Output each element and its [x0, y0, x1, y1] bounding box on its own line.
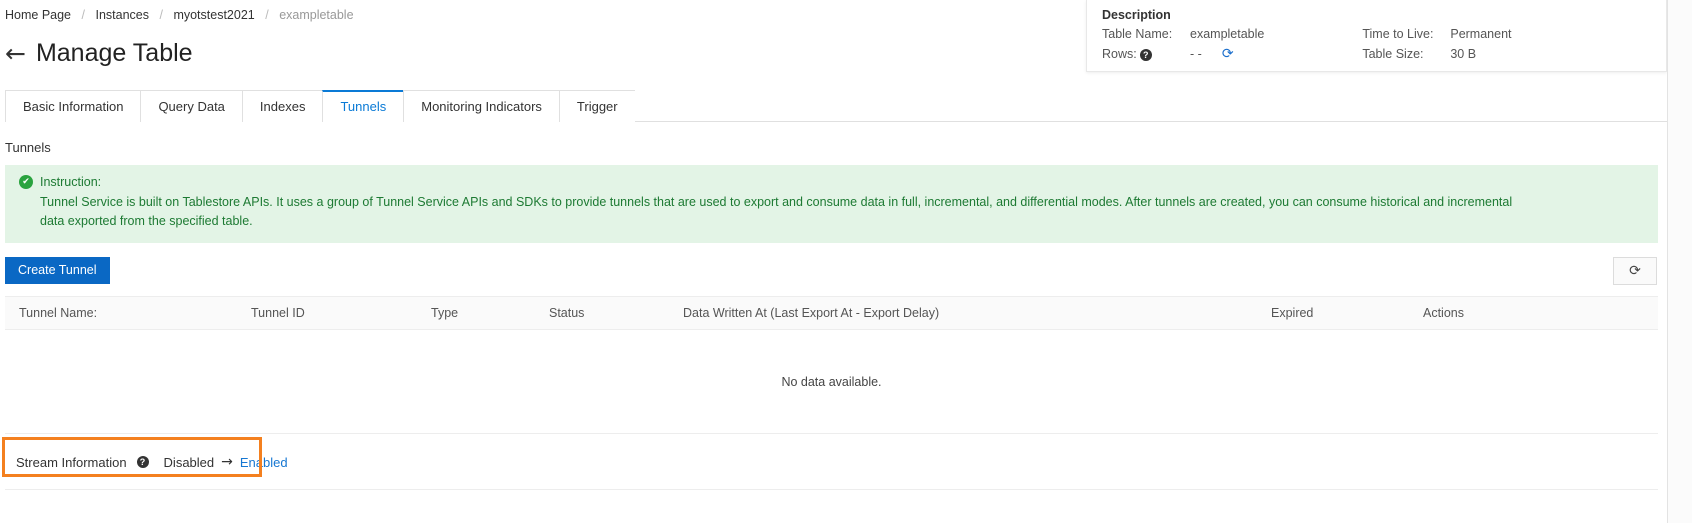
description-title: Description [1102, 8, 1171, 22]
empty-state-text: No data available. [781, 374, 882, 389]
description-value: exampletable [1190, 26, 1265, 41]
breadcrumb-separator: / [159, 8, 163, 22]
tab-bar: Basic Information Query Data Indexes Tun… [5, 90, 1667, 122]
tab-indexes[interactable]: Indexes [241, 90, 323, 122]
breadcrumb-separator: / [81, 8, 85, 22]
description-label: Rows:? [1102, 47, 1190, 61]
right-gutter [1667, 0, 1692, 523]
tab-monitoring-indicators[interactable]: Monitoring Indicators [403, 90, 559, 122]
description-column-right: Time to Live: Permanent Table Size: 30 B [1362, 25, 1511, 62]
back-arrow-icon[interactable]: ← [5, 41, 26, 66]
table-empty-state: No data available. [5, 330, 1658, 434]
app-content: Home Page / Instances / myotstest2021 / … [0, 0, 1667, 523]
breadcrumb-item-home[interactable]: Home Page [5, 8, 71, 22]
help-icon[interactable]: ? [1139, 48, 1152, 61]
page-header: ← Manage Table [5, 39, 193, 68]
description-label-text: Rows: [1102, 46, 1137, 61]
description-card: Description Table Name: exampletable Row… [1086, 0, 1667, 72]
description-row-table-size: Table Size: 30 B [1362, 45, 1511, 62]
description-label: Table Size: [1362, 46, 1424, 61]
refresh-rows-icon[interactable]: ⟳ [1222, 46, 1234, 62]
stream-status-value: Disabled [163, 454, 215, 470]
column-header-tunnel-name: Tunnel Name: [19, 306, 98, 320]
description-value: 30 B [1450, 46, 1477, 61]
stream-information-row: Stream Information ? Disabled → Enabled [5, 437, 1658, 487]
instruction-banner: ✔ Instruction: Tunnel Service is built o… [5, 165, 1658, 243]
create-tunnel-button[interactable]: Create Tunnel [5, 257, 110, 284]
section-title: Tunnels [5, 140, 51, 155]
breadcrumb-item-instance[interactable]: myotstest2021 [173, 8, 254, 22]
breadcrumb-item-current: exampletable [279, 8, 354, 22]
check-circle-icon: ✔ [19, 175, 33, 189]
column-header-status: Status [549, 306, 585, 320]
help-icon[interactable]: ? [136, 456, 149, 468]
tab-trigger[interactable]: Trigger [558, 90, 635, 122]
refresh-icon: ⟳ [1629, 263, 1641, 279]
description-row-table-name: Table Name: exampletable [1102, 25, 1264, 42]
app-screen: Home Page / Instances / myotstest2021 / … [0, 0, 1692, 523]
tab-query-data[interactable]: Query Data [140, 90, 242, 122]
refresh-button[interactable]: ⟳ [1613, 257, 1657, 285]
column-header-type: Type [431, 306, 459, 320]
bottom-divider [5, 489, 1658, 490]
description-label: Time to Live: [1362, 26, 1434, 41]
column-header-data-written-at: Data Written At (Last Export At - Export… [683, 306, 940, 320]
breadcrumb-item-instances[interactable]: Instances [95, 8, 149, 22]
breadcrumb-separator: / [265, 8, 269, 22]
column-header-expired: Expired [1271, 306, 1314, 320]
instruction-heading-row: ✔ Instruction: [19, 175, 1644, 189]
instruction-body: Tunnel Service is built on Tablestore AP… [40, 195, 1513, 228]
breadcrumb: Home Page / Instances / myotstest2021 / … [5, 8, 354, 22]
column-header-tunnel-id: Tunnel ID [251, 306, 305, 320]
description-label: Table Name: [1102, 26, 1173, 41]
arrow-right-icon: → [221, 454, 233, 470]
description-grid: Table Name: exampletable Rows:? - - ⟳ Ti… [1102, 25, 1666, 62]
description-row-ttl: Time to Live: Permanent [1362, 25, 1511, 42]
description-value: Permanent [1450, 26, 1512, 41]
table-header-row: Tunnel Name: Tunnel ID Type Status Data … [5, 296, 1658, 330]
enable-stream-link[interactable]: Enabled [240, 455, 288, 470]
instruction-heading: Instruction: [40, 175, 102, 189]
tab-tunnels[interactable]: Tunnels [322, 90, 404, 122]
tab-bar-filler [634, 90, 1667, 122]
tunnels-table: Tunnel Name: Tunnel ID Type Status Data … [5, 296, 1658, 434]
description-row-rows: Rows:? - - ⟳ [1102, 45, 1264, 62]
description-value: - - [1190, 46, 1202, 61]
column-header-actions: Actions [1423, 306, 1464, 320]
stream-information-group: Stream Information ? Disabled → Enabled [5, 454, 288, 470]
description-column-left: Table Name: exampletable Rows:? - - ⟳ [1102, 25, 1264, 62]
stream-information-label: Stream Information [16, 454, 127, 470]
tab-basic-information[interactable]: Basic Information [5, 90, 141, 122]
page-title: Manage Table [35, 39, 193, 67]
